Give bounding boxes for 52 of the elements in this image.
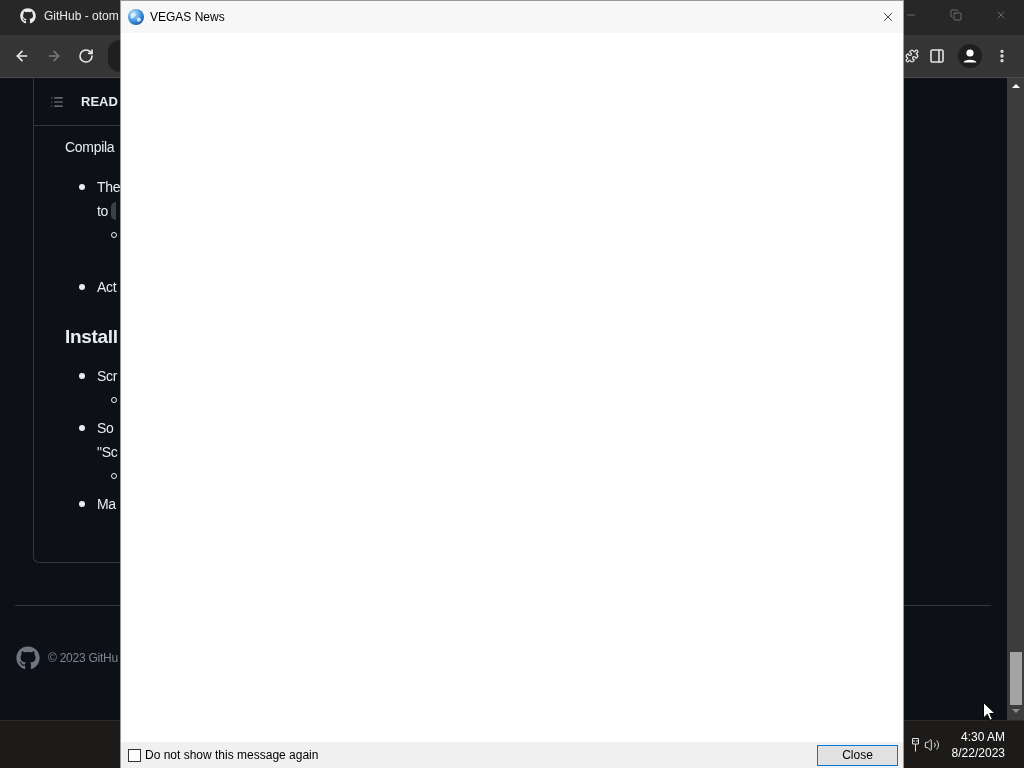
window-close-button[interactable] — [995, 9, 1007, 21]
restore-icon — [950, 9, 962, 21]
github-logo-icon — [20, 8, 36, 24]
person-icon — [958, 44, 982, 68]
mouse-pointer-icon — [983, 702, 996, 721]
list-item-text: Scr — [97, 367, 118, 386]
dialog-close-button[interactable] — [881, 10, 895, 24]
bullet-icon — [79, 284, 85, 290]
readme-title: READ — [81, 94, 118, 109]
bullet-icon — [79, 373, 85, 379]
paragraph-text: Compila — [65, 138, 115, 157]
volume-button[interactable] — [923, 736, 940, 753]
network-icon — [911, 737, 919, 752]
profile-button[interactable] — [958, 44, 982, 68]
close-icon — [995, 9, 1007, 21]
speaker-icon — [923, 736, 940, 753]
list-item-text: to — [97, 202, 109, 221]
section-heading: Install — [65, 325, 118, 348]
dialog-title: VEGAS News — [150, 10, 226, 24]
copyright-text: © 2023 GitHu — [48, 651, 118, 665]
extensions-button[interactable] — [905, 49, 919, 63]
globe-icon — [128, 9, 144, 25]
list-item-text: Ma — [97, 495, 116, 514]
browser-tab[interactable]: GitHub - otom — [20, 8, 119, 24]
bullet-icon — [79, 184, 85, 190]
checkbox-label: Do not show this message again — [145, 748, 320, 762]
scroll-down-arrow-icon[interactable] — [1011, 709, 1020, 713]
close-icon — [881, 10, 895, 24]
bullet-icon — [79, 425, 85, 431]
scrollbar-thumb[interactable] — [1009, 652, 1022, 705]
back-button[interactable] — [14, 48, 30, 64]
side-panel-button[interactable] — [929, 48, 945, 64]
scroll-up-arrow-icon[interactable] — [1011, 84, 1020, 88]
right-arrow-icon — [46, 48, 62, 64]
github-logo-icon[interactable] — [16, 646, 40, 670]
close-button[interactable]: Close — [817, 744, 898, 766]
list-item-text: "Sc — [97, 443, 118, 462]
side-panel-icon — [929, 48, 945, 64]
scrollbar-track[interactable] — [1007, 78, 1024, 720]
network-button[interactable] — [911, 737, 919, 752]
list-item-text: The — [97, 178, 121, 197]
bullet-icon — [79, 501, 85, 507]
reload-icon — [78, 48, 94, 64]
list-item-text: So — [97, 419, 114, 438]
checkbox[interactable] — [128, 748, 141, 762]
puzzle-piece-icon — [905, 49, 919, 63]
clock-time[interactable]: 4:30 AM — [960, 728, 1005, 745]
inline-code-background — [111, 202, 117, 220]
list-item-text: Act — [97, 278, 117, 297]
reload-button[interactable] — [78, 48, 94, 64]
list-icon[interactable] — [50, 94, 64, 109]
clock-date[interactable]: 8/22/2023 — [951, 744, 1005, 761]
